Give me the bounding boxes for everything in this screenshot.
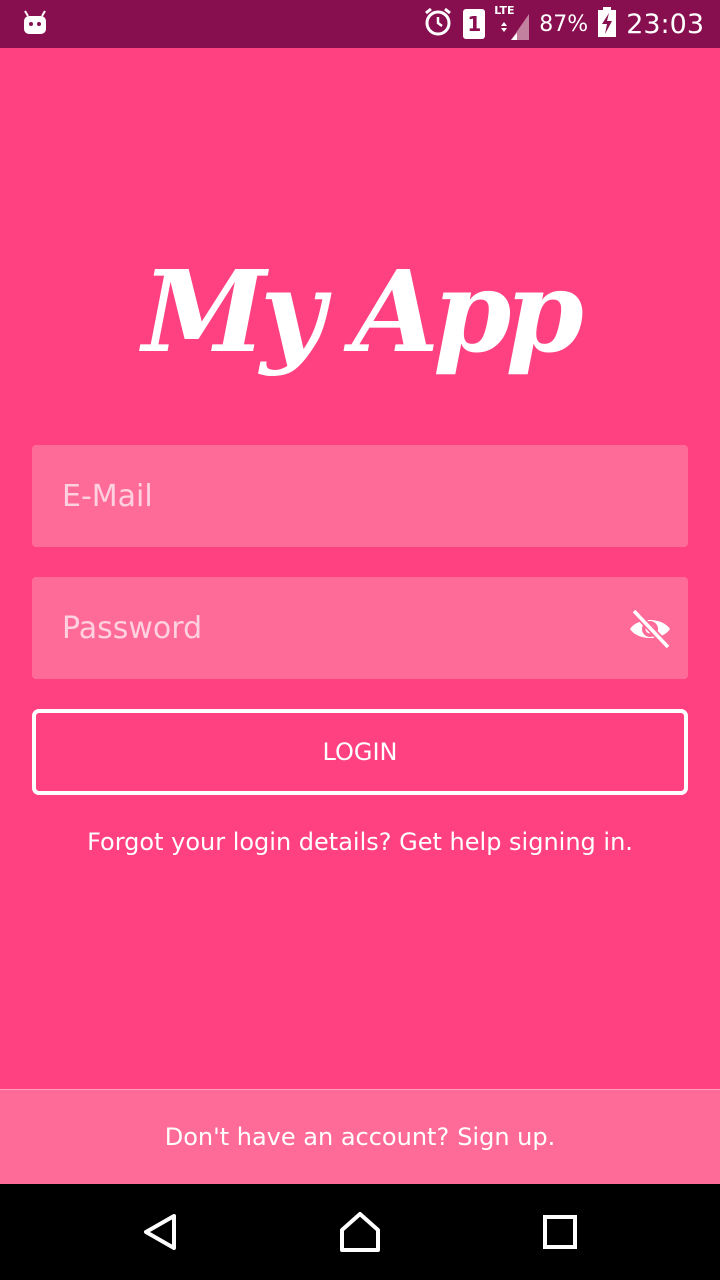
password-field[interactable] xyxy=(32,577,688,679)
login-button[interactable]: LOGIN xyxy=(32,709,688,795)
forgot-login-prefix: Forgot your login details? xyxy=(87,828,392,856)
status-time: 23:03 xyxy=(626,8,704,40)
email-field-container xyxy=(32,445,688,547)
back-icon[interactable] xyxy=(132,1204,188,1260)
alarm-icon xyxy=(423,7,453,41)
eye-off-icon[interactable] xyxy=(628,607,672,651)
signup-link[interactable]: Sign up. xyxy=(457,1123,555,1151)
signup-bar: Don't have an account? Sign up. xyxy=(0,1089,720,1184)
status-icons: 1 LTE 87% 23:03 xyxy=(423,0,704,48)
status-bar: 1 LTE 87% 23:03 xyxy=(0,0,720,48)
battery-charging-icon xyxy=(598,7,617,41)
home-icon[interactable] xyxy=(332,1204,388,1260)
forgot-login-text: Forgot your login details? Get help sign… xyxy=(0,828,720,856)
sim-icon: 1 xyxy=(463,9,486,39)
signal-icon: LTE xyxy=(494,4,530,40)
get-help-link[interactable]: Get help signing in. xyxy=(399,828,633,856)
password-field-container xyxy=(32,577,688,679)
battery-percent: 87% xyxy=(539,11,589,37)
recents-icon[interactable] xyxy=(532,1204,588,1260)
navigation-bar xyxy=(0,1184,720,1280)
app-logo: My App xyxy=(142,247,584,378)
email-field[interactable] xyxy=(32,445,688,547)
android-notification-icon xyxy=(22,10,48,40)
signup-prefix: Don't have an account? xyxy=(164,1123,450,1151)
